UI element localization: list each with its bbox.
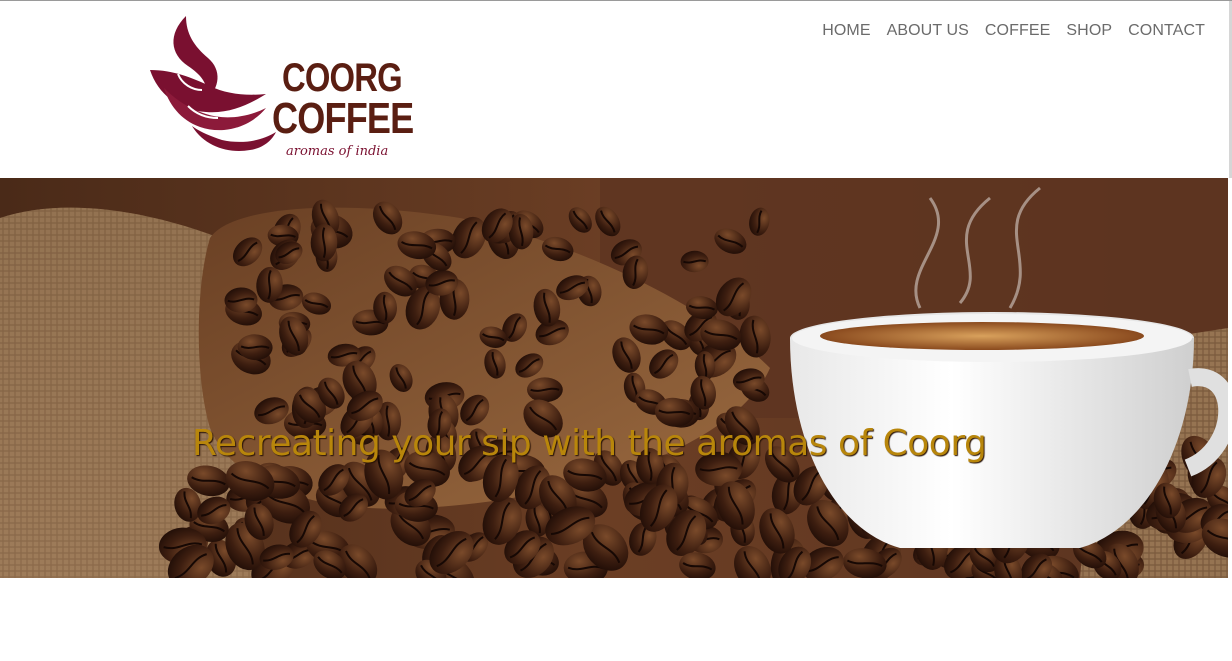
coffee-flame-logo-icon (150, 16, 276, 151)
brand-name-line2: COFFEE (272, 94, 414, 143)
nav-contact[interactable]: CONTACT (1128, 22, 1205, 40)
brand-name-line1: COORG (282, 56, 403, 100)
page: COORG COFFEE aromas of india HOME ABOUT … (0, 0, 1232, 661)
coffee-hero-image (0, 178, 1228, 578)
site-header: COORG COFFEE aromas of india HOME ABOUT … (0, 1, 1232, 178)
brand-logo[interactable]: COORG COFFEE aromas of india (148, 14, 414, 164)
hero-banner (0, 178, 1228, 578)
nav-coffee[interactable]: COFFEE (985, 22, 1051, 40)
nav-home[interactable]: HOME (822, 22, 870, 40)
hero-right-edge (1228, 178, 1232, 578)
nav-shop[interactable]: SHOP (1066, 22, 1112, 40)
hero-caption: Recreating your sip with the aromas of C… (192, 423, 987, 464)
brand-tagline: aromas of india (286, 144, 389, 159)
nav-about-us[interactable]: ABOUT US (887, 22, 969, 40)
main-nav: HOME ABOUT US COFFEE SHOP CONTACT (822, 22, 1205, 40)
